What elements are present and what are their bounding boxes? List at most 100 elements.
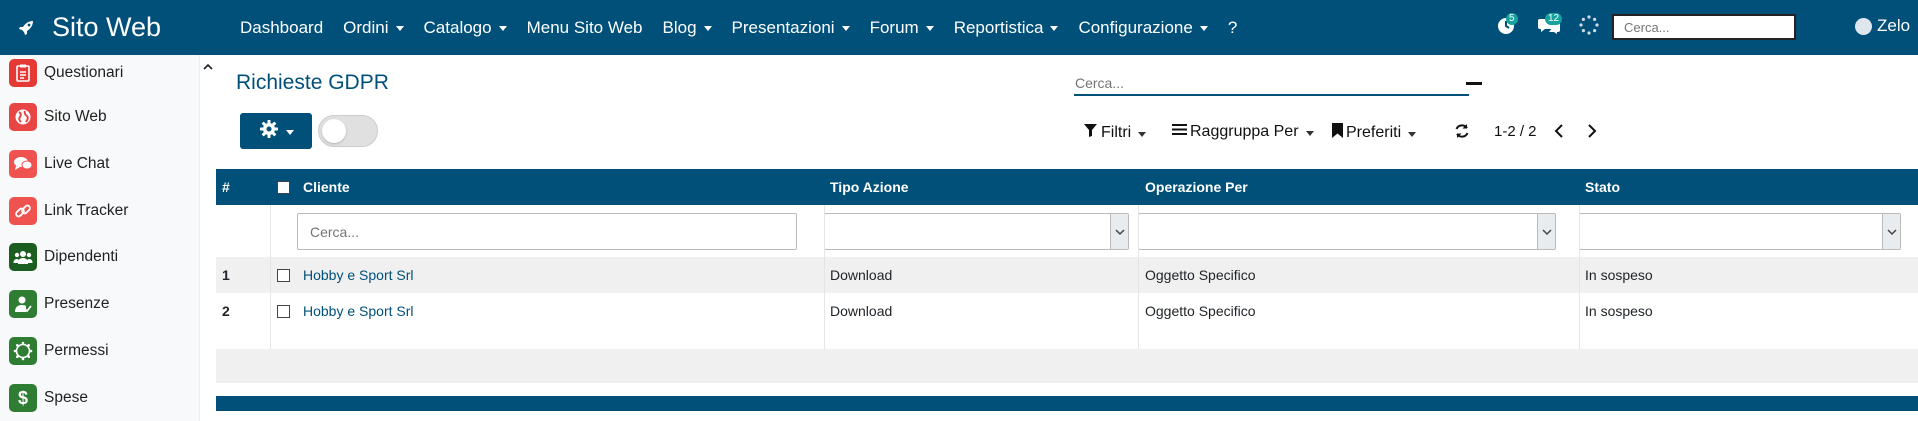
sidebar-item-sito-web[interactable]: Sito Web bbox=[0, 97, 199, 137]
link-icon bbox=[9, 197, 37, 225]
chevron-down-icon bbox=[1882, 214, 1900, 249]
menu-label: Menu Sito Web bbox=[526, 17, 643, 37]
chevron-down-icon bbox=[1537, 214, 1555, 249]
sidebar-item-presenze[interactable]: Presenze bbox=[0, 284, 199, 324]
caret-down-icon bbox=[1408, 131, 1417, 137]
main-menu: Dashboard Ordini Catalogo Menu Sito Web … bbox=[240, 0, 1257, 55]
menu-menu-sito-web[interactable]: Menu Sito Web bbox=[527, 18, 643, 38]
favorites-dropdown[interactable]: Preferiti bbox=[1332, 123, 1417, 143]
menu-label: Catalogo bbox=[423, 17, 492, 37]
sidebar-item-questionari[interactable]: Questionari bbox=[0, 55, 199, 91]
main-content: Richieste GDPR Filtri Raggruppa Per Pref… bbox=[216, 55, 1918, 421]
cliente-filter-input[interactable] bbox=[297, 213, 797, 250]
sidebar-item-dipendenti[interactable]: Dipendenti bbox=[0, 237, 199, 277]
activity-badge: 5 bbox=[1506, 13, 1518, 25]
sidebar-item-spese[interactable]: $ Spese bbox=[0, 378, 199, 418]
globe-icon bbox=[9, 103, 37, 131]
column-header-number: # bbox=[222, 179, 230, 195]
tipo-azione-filter-select[interactable] bbox=[824, 213, 1129, 250]
users-icon bbox=[9, 243, 37, 271]
toggle-switch[interactable] bbox=[318, 115, 378, 147]
operazione-per-filter-select[interactable] bbox=[1138, 213, 1556, 250]
checkbox bbox=[277, 180, 290, 194]
group-by-dropdown[interactable]: Raggruppa Per bbox=[1172, 123, 1314, 141]
menu-presentazioni[interactable]: Presentazioni bbox=[732, 18, 850, 38]
sidebar-item-label: Permessi bbox=[44, 342, 109, 359]
menu-reportistica[interactable]: Reportistica bbox=[954, 18, 1059, 38]
menu-configurazione[interactable]: Configurazione bbox=[1078, 17, 1208, 38]
pager-next-button[interactable] bbox=[1586, 123, 1598, 139]
caret-down-icon bbox=[285, 129, 294, 135]
column-header-tipo-azione[interactable]: Tipo Azione bbox=[830, 169, 909, 205]
row-checkbox[interactable] bbox=[277, 257, 290, 293]
caret-down-icon bbox=[841, 26, 850, 31]
chat-icon bbox=[9, 150, 37, 178]
tipo-azione-cell: Download bbox=[830, 303, 893, 319]
filters-label: Filtri bbox=[1101, 124, 1132, 141]
chevron-up-icon[interactable] bbox=[202, 60, 214, 72]
sidebar-item-permessi[interactable]: Permessi bbox=[0, 331, 199, 371]
stato-cell: In sospeso bbox=[1585, 267, 1653, 283]
filter-icon bbox=[1083, 123, 1098, 143]
clipboard-icon bbox=[9, 59, 37, 87]
filter-row bbox=[216, 205, 1918, 257]
user-check-icon bbox=[9, 290, 37, 318]
activity-button[interactable]: 5 bbox=[1496, 0, 1518, 55]
menu-forum[interactable]: Forum bbox=[870, 18, 934, 38]
toggle-knob bbox=[322, 119, 346, 143]
menu-help[interactable]: ? bbox=[1228, 18, 1237, 38]
pager-previous-button[interactable] bbox=[1553, 123, 1565, 139]
search-input[interactable] bbox=[1074, 71, 1469, 96]
navbar-search-input[interactable] bbox=[1612, 14, 1796, 40]
user-menu[interactable]: Zelo bbox=[1855, 16, 1910, 36]
sidebar-item-live-chat[interactable]: Live Chat bbox=[0, 144, 199, 184]
sidebar-item-link-tracker[interactable]: Link Tracker bbox=[0, 191, 199, 231]
bookmark-icon bbox=[1332, 123, 1343, 143]
row-number: 1 bbox=[222, 267, 230, 283]
pager-value: 1-2 / 2 bbox=[1494, 123, 1537, 140]
filters-dropdown[interactable]: Filtri bbox=[1083, 123, 1147, 143]
sidebar-item-label: Sito Web bbox=[44, 108, 107, 125]
gear-icon bbox=[259, 119, 279, 144]
column-header-cliente[interactable]: Cliente bbox=[303, 169, 350, 205]
actions-button[interactable] bbox=[240, 113, 312, 149]
cliente-link[interactable]: Hobby e Sport Srl bbox=[303, 257, 414, 293]
sun-icon bbox=[9, 337, 37, 365]
refresh-icon[interactable] bbox=[1454, 123, 1470, 139]
column-divider bbox=[270, 205, 271, 349]
checkbox bbox=[277, 304, 290, 318]
select-all-checkbox[interactable] bbox=[277, 169, 290, 205]
minus-icon[interactable] bbox=[1466, 82, 1482, 85]
cliente-link[interactable]: Hobby e Sport Srl bbox=[303, 293, 414, 329]
sidebar-scrollbar[interactable] bbox=[200, 55, 216, 421]
menu-catalogo[interactable]: Catalogo bbox=[424, 18, 507, 38]
stato-filter-select[interactable] bbox=[1579, 213, 1901, 250]
menu-label: Blog bbox=[662, 17, 697, 37]
menu-label: Presentazioni bbox=[731, 17, 835, 37]
menu-ordini[interactable]: Ordini bbox=[343, 18, 404, 38]
table-row[interactable]: 2 Hobby e Sport Srl Download Oggetto Spe… bbox=[216, 293, 1918, 329]
table-row[interactable]: 1 Hobby e Sport Srl Download Oggetto Spe… bbox=[216, 257, 1918, 293]
menu-label: Configurazione bbox=[1078, 17, 1193, 37]
menu-blog[interactable]: Blog bbox=[663, 18, 712, 38]
menu-label: ? bbox=[1227, 17, 1238, 37]
table-footer bbox=[216, 396, 1918, 411]
row-number: 2 bbox=[222, 303, 230, 319]
rocket-icon bbox=[16, 18, 36, 38]
row-checkbox[interactable] bbox=[277, 293, 290, 329]
messages-button[interactable]: 12 bbox=[1537, 0, 1563, 55]
sidebar-item-label: Dipendenti bbox=[44, 248, 119, 265]
brand[interactable]: Sito Web bbox=[0, 0, 200, 55]
tipo-azione-cell: Download bbox=[830, 267, 893, 283]
menu-label: Reportistica bbox=[953, 17, 1044, 37]
column-header-stato[interactable]: Stato bbox=[1585, 169, 1620, 205]
app-title: Sito Web bbox=[52, 12, 162, 42]
svg-text:$: $ bbox=[18, 388, 28, 408]
stato-cell: In sospeso bbox=[1585, 303, 1653, 319]
caret-down-icon bbox=[498, 26, 507, 31]
sidebar-item-label: Presenze bbox=[44, 295, 110, 312]
caret-down-icon bbox=[925, 26, 934, 31]
menu-dashboard[interactable]: Dashboard bbox=[240, 18, 323, 38]
column-header-operazione-per[interactable]: Operazione Per bbox=[1145, 169, 1248, 205]
caret-down-icon bbox=[1050, 26, 1059, 31]
